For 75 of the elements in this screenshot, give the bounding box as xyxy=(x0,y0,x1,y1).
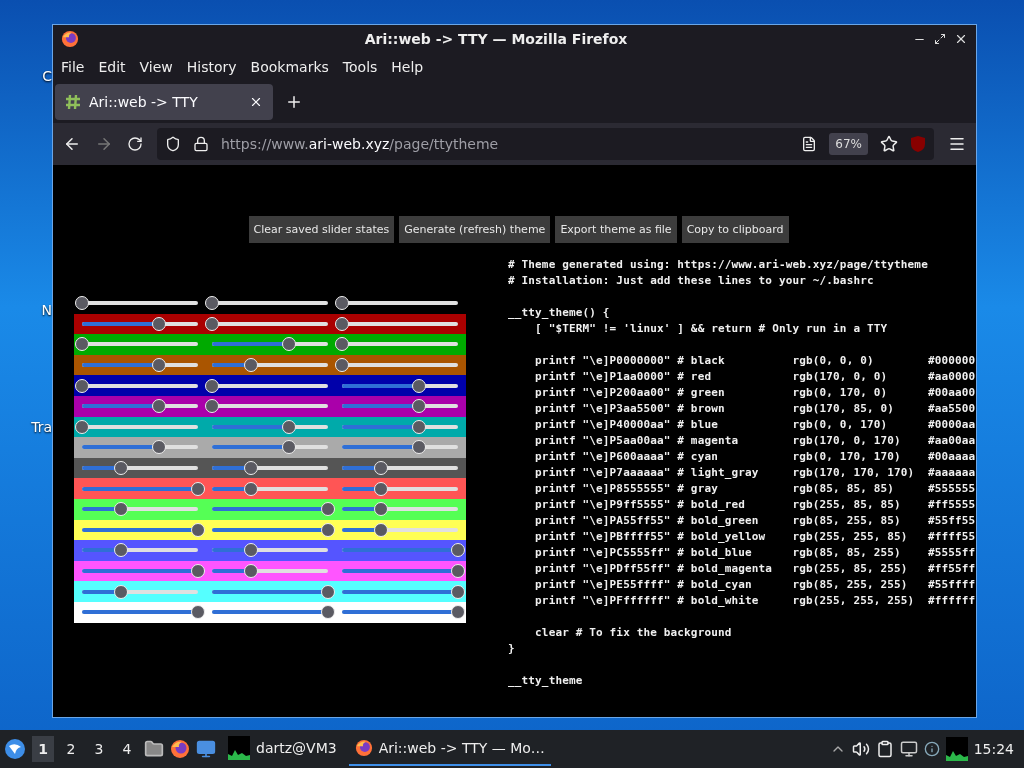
taskbar-task[interactable]: dartz@VM3 xyxy=(222,732,343,766)
bookmark-star-icon[interactable] xyxy=(880,135,898,153)
reload-icon[interactable] xyxy=(127,136,143,152)
firefox-icon xyxy=(354,739,373,757)
menu-item[interactable]: History xyxy=(186,59,237,75)
desktop-icon-label: Tra xyxy=(31,419,52,437)
code-line: [ "$TERM" != 'linux' ] && return # Only run in a TTY xyxy=(534,321,889,337)
zoom-level[interactable]: 67% xyxy=(829,133,868,155)
code-line: printf "\e]P8555555" # gray rgb(85, 85, 85) #555555 xyxy=(534,481,976,497)
code-line: printf "\e]P1aa0000" # red rgb(170, 0, 0) #aa0000 xyxy=(534,369,976,385)
network-icon[interactable] xyxy=(899,740,918,758)
file-manager-icon[interactable] xyxy=(144,739,164,759)
notification-icon[interactable] xyxy=(923,741,940,757)
code-line: printf "\e]P5aa00aa" # magenta rgb(170, 0, 170) #aa00aa xyxy=(534,433,976,449)
window-title: Ari::web -> TTY — Mozilla Firefox xyxy=(363,31,629,47)
lock-icon xyxy=(193,136,209,152)
firefox-icon xyxy=(61,30,79,48)
volume-icon[interactable] xyxy=(851,740,870,758)
url-text: https://www.ari-web.xyz/page/ttytheme xyxy=(221,136,500,152)
workspace-button[interactable]: 2 xyxy=(60,736,82,762)
start-menu-icon[interactable] xyxy=(4,738,26,760)
hash-icon xyxy=(65,94,81,110)
code-line: __tty_theme() { xyxy=(508,305,611,321)
code-line: printf "\e]PC5555ff" # bold_blue rgb(85, 85, 255) #5555ff xyxy=(534,545,976,561)
close-icon[interactable] xyxy=(954,32,968,46)
back-icon[interactable] xyxy=(63,135,81,153)
code-line: printf "\e]P600aaaa" # cyan rgb(0, 170, 170) #00aaaa xyxy=(534,449,976,465)
terminal-graph-icon xyxy=(228,736,250,760)
code-line: } xyxy=(508,641,516,657)
menu-item[interactable]: Edit xyxy=(98,59,126,75)
menu-item[interactable]: View xyxy=(139,59,173,75)
code-line: printf "\e]P9ff5555" # bold_red rgb(255, 85, 85) #ff5555 xyxy=(534,497,976,513)
code-line: printf "\e]PFffffff" # bold_white rgb(255, 255, 255) #ffffff xyxy=(534,593,976,609)
menu-item[interactable]: Bookmarks xyxy=(250,59,329,75)
cpu-graph-icon xyxy=(945,737,968,761)
firefox-launcher[interactable] xyxy=(170,739,190,759)
clipboard-icon[interactable] xyxy=(875,740,894,758)
code-line: __tty_theme xyxy=(508,673,584,689)
page-button[interactable]: Copy to clipboard xyxy=(681,216,789,243)
code-line: printf "\e]P3aa5500" # brown rgb(170, 85, 0) #aa5500 xyxy=(534,401,976,417)
code-line: printf "\e]P7aaaaaa" # light_gray rgb(170, 170, 170) #aaaaaa xyxy=(534,465,976,481)
code-line: printf "\e]P40000aa" # blue rgb(0, 0, 170) #0000aa xyxy=(534,417,976,433)
new-tab-icon[interactable] xyxy=(285,93,303,111)
code-line: printf "\e]PA55ff55" # bold_green rgb(85, 255, 85) #55ff55 xyxy=(534,513,976,529)
firefox-icon xyxy=(170,739,190,759)
page-button[interactable]: Export theme as file xyxy=(555,216,677,243)
desktop-icon-label: C xyxy=(42,68,52,86)
shield-icon xyxy=(165,136,181,152)
taskbar-task[interactable]: Ari::web -> TTY — Mo… xyxy=(348,732,551,766)
workspace-button[interactable]: 4 xyxy=(116,736,138,762)
reader-view-icon[interactable] xyxy=(801,136,818,152)
code-line: clear # To fix the background xyxy=(534,625,733,641)
code-line: printf "\e]PDff55ff" # bold_magenta rgb(255, 85, 255) #ff55ff xyxy=(534,561,976,577)
menu-item[interactable]: Tools xyxy=(342,59,378,75)
desktop-icon[interactable] xyxy=(196,739,216,759)
code-line: printf "\e]PE55ffff" # bold_cyan rgb(85, 255, 255) #55ffff xyxy=(534,577,976,593)
code-line: printf "\e]PBffff55" # bold_yellow rgb(255, 255, 85) #ffff55 xyxy=(534,529,976,545)
browser-tab[interactable]: Ari::web -> TTY xyxy=(55,84,273,120)
code-line: printf "\e]P0000000" # black rgb(0, 0, 0) #000000 xyxy=(534,353,976,369)
forward-icon[interactable] xyxy=(95,135,113,153)
menu-icon[interactable] xyxy=(948,135,966,153)
clock: 15:24 xyxy=(973,741,1014,757)
code-line: # Installation: Just add these lines to your ~/.bashrc xyxy=(508,273,875,289)
menu-item[interactable]: Help xyxy=(391,59,424,75)
code-line: printf "\e]P200aa00" # green rgb(0, 170, 0) #00aa00 xyxy=(534,385,976,401)
code-line: # Theme generated using: https://www.ari-web.xyz/page/ttytheme xyxy=(508,257,929,273)
page-button[interactable]: Generate (refresh) theme xyxy=(399,216,551,243)
desktop-icon-label: N xyxy=(41,302,52,320)
workspace-button[interactable]: 3 xyxy=(88,736,110,762)
maximize-icon[interactable] xyxy=(934,33,946,45)
menu-item[interactable]: File xyxy=(61,59,85,75)
page-button[interactable]: Clear saved slider states xyxy=(248,216,395,243)
workspace-button[interactable]: 1 xyxy=(32,736,54,762)
address-bar[interactable]: https://www.ari-web.xyz/page/ttytheme 67% xyxy=(157,128,934,160)
close-tab-icon[interactable] xyxy=(249,95,263,109)
